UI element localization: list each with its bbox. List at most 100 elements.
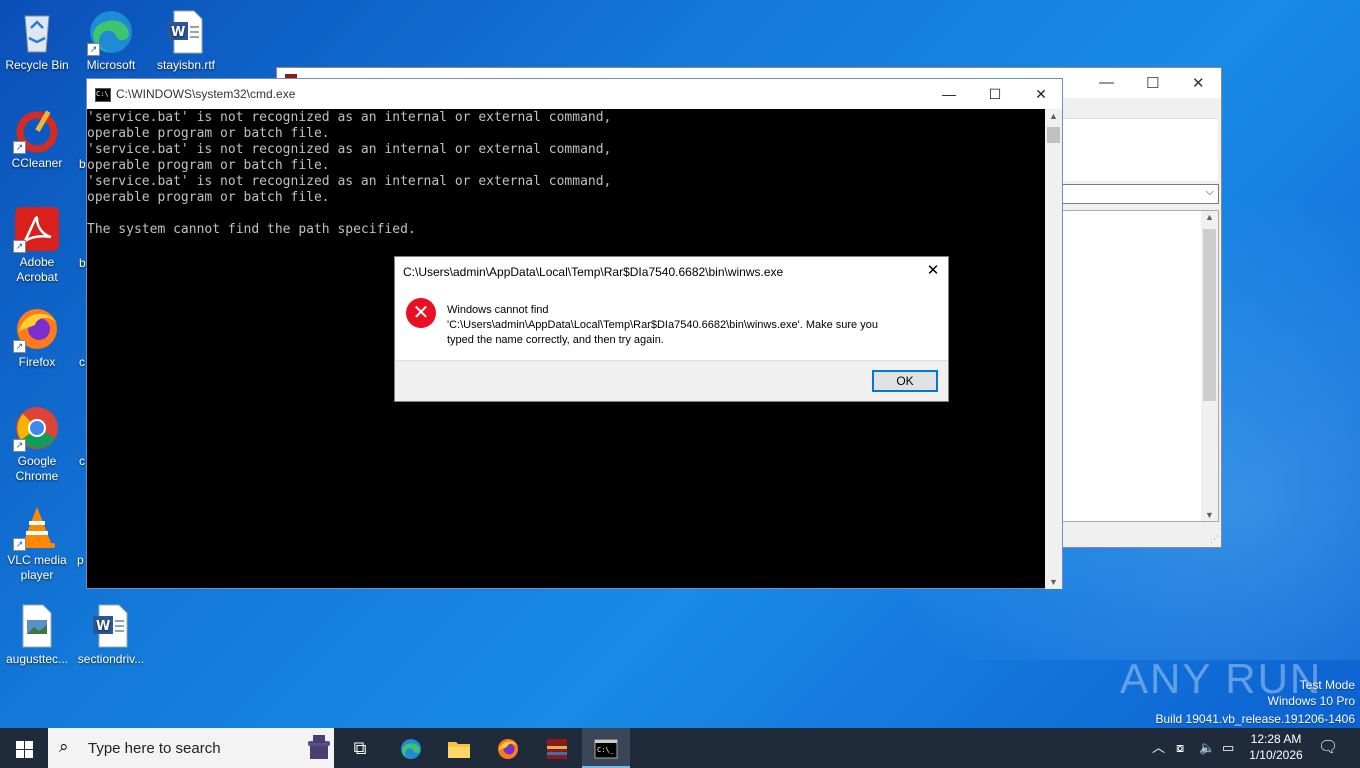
minimize-icon[interactable]: — [1099, 74, 1114, 91]
svg-text:W: W [171, 25, 185, 40]
cmd-line: operable program or batch file. [87, 158, 330, 173]
list-scrollbar[interactable]: ▲ ▼ [1201, 211, 1218, 521]
maximize-button[interactable]: ☐ [972, 79, 1018, 109]
error-message-line: 'C:\Users\admin\AppData\Local\Temp\Rar$D… [447, 319, 878, 331]
vlc-icon: ↗ [13, 503, 61, 551]
cmd-icon: C:\_ [594, 738, 618, 759]
taskbar: ⌕ Type here to search ⧉ C:\_ ︿ ⧇ 🔈 ▭ 12:… [0, 728, 1360, 768]
desktop-icon-label: Recycle Bin [5, 58, 69, 72]
network-adapter-icon[interactable]: ⧇ [1176, 728, 1184, 768]
windows-logo-pane [25, 750, 33, 758]
taskbar-edge[interactable] [387, 728, 435, 768]
shortcut-arrow-icon: ↗ [13, 240, 26, 253]
error-icon: ✕ [406, 298, 436, 328]
taskbar-search-box[interactable]: ⌕ Type here to search [48, 728, 334, 768]
shortcut-arrow-icon: ↗ [13, 439, 26, 452]
ccleaner-icon: ↗ [13, 106, 61, 154]
shortcut-arrow-icon: ↗ [13, 141, 26, 154]
taskbar-firefox[interactable] [484, 728, 532, 768]
taskbar-winrar[interactable] [533, 728, 581, 768]
taskbar-cmd[interactable]: C:\_ [582, 728, 630, 768]
clock-date: 1/10/2026 [1249, 748, 1303, 762]
svg-text:W: W [96, 619, 110, 634]
notification-icon[interactable]: 🗨 [1318, 728, 1338, 768]
file-explorer-icon [447, 738, 471, 759]
minimize-button[interactable]: — [926, 79, 972, 109]
error-message: Windows cannot find 'C:\Users\admin\AppD… [447, 303, 937, 348]
error-dialog-footer: OK [395, 360, 948, 401]
desktop-icon-sectiondriv[interactable]: W sectiondriv... [74, 602, 148, 667]
desktop-icon-label: Microsoft Edge [86, 58, 136, 72]
close-icon[interactable]: ✕ [918, 257, 948, 285]
test-mode-text: Test Mode [1299, 678, 1355, 692]
word-document-icon: W [162, 8, 210, 56]
word-document-icon: W [87, 602, 135, 650]
ok-button[interactable]: OK [872, 370, 938, 392]
background-window-pane [1062, 118, 1218, 181]
desktop-icon-augusttec[interactable]: augusttec... [0, 602, 74, 667]
desktop-icon-vlc[interactable]: ↗ VLC media player [0, 503, 74, 583]
svg-text:C:\_: C:\_ [597, 746, 615, 754]
desktop-icon-microsoft-edge[interactable]: ↗ Microsoft Edge [74, 8, 148, 73]
desktop-partial-label: b [79, 256, 86, 270]
cmd-scrollbar[interactable]: ▲ ▼ [1045, 109, 1062, 589]
desktop-icon-ccleaner[interactable]: ↗ CCleaner [0, 106, 74, 171]
scroll-up-icon[interactable]: ▲ [1045, 111, 1062, 121]
cmd-scroll-thumb[interactable] [1047, 127, 1060, 143]
acrobat-icon: ↗ [13, 205, 61, 253]
volume-icon[interactable]: 🔈 [1199, 728, 1215, 768]
search-highlight-icon [306, 733, 332, 763]
desktop-icon-adobe-acrobat[interactable]: ↗ Adobe Acrobat [0, 205, 74, 285]
error-message-line: Windows cannot find [447, 304, 549, 316]
background-window-list[interactable]: ▲ ▼ [1062, 210, 1219, 522]
network-icon[interactable]: ▭ [1222, 728, 1234, 768]
chevron-up-icon[interactable]: ︿ [1152, 728, 1165, 768]
desktop-icon-stayisbn[interactable]: W stayisbn.rtf [149, 8, 223, 73]
desktop-partial-label: p [77, 553, 84, 567]
desktop: Recycle Bin ↗ CCleaner ↗ Adobe Acrobat ↗… [0, 0, 1360, 728]
cmd-line: 'service.bat' is not recognized as an in… [87, 110, 612, 125]
edge-icon [399, 738, 423, 760]
desktop-icon-label: Google Chrome [15, 454, 59, 483]
firefox-icon [496, 738, 520, 760]
desktop-icon-firefox[interactable]: ↗ Firefox [0, 305, 74, 370]
start-button[interactable] [0, 728, 48, 768]
resize-grip-icon[interactable]: ⋰ [1210, 534, 1219, 545]
taskbar-clock[interactable]: 12:28 AM 1/10/2026 [1244, 731, 1308, 763]
cmd-line: 'service.bat' is not recognized as an in… [87, 174, 612, 189]
scroll-down-icon[interactable]: ▼ [1045, 577, 1062, 587]
scroll-down-icon[interactable]: ▼ [1205, 510, 1214, 520]
maximize-icon[interactable]: ☐ [1146, 74, 1159, 92]
desktop-icon-label: Firefox [18, 355, 56, 369]
shortcut-arrow-icon: ↗ [13, 340, 26, 353]
task-view-button[interactable]: ⧉ [336, 728, 384, 768]
taskbar-file-explorer[interactable] [435, 728, 483, 768]
chevron-down-icon: ⌵ [1205, 186, 1214, 198]
error-dialog[interactable]: C:\Users\admin\AppData\Local\Temp\Rar$DI… [394, 256, 949, 402]
desktop-icon-recycle-bin[interactable]: Recycle Bin [0, 8, 74, 73]
close-button[interactable]: ✕ [1018, 79, 1064, 109]
cmd-output[interactable]: 'service.bat' is not recognized as an in… [87, 110, 611, 238]
search-placeholder: Type here to search [88, 740, 221, 757]
close-icon[interactable]: ✕ [1192, 74, 1205, 92]
edge-icon: ↗ [87, 8, 135, 56]
windows-logo-icon [16, 741, 24, 749]
cmd-titlebar[interactable]: C:\ C:\WINDOWS\system32\cmd.exe — ☐ ✕ [87, 79, 1062, 109]
scroll-up-icon[interactable]: ▲ [1205, 212, 1214, 222]
windows-logo-pane [25, 741, 33, 749]
cmd-line: The system cannot find the path specifie… [87, 222, 416, 237]
desktop-icon-label: Adobe Acrobat [16, 255, 58, 284]
desktop-icon-label: augusttec... [5, 652, 69, 666]
cmd-title: C:\WINDOWS\system32\cmd.exe [116, 87, 296, 101]
cmd-line: 'service.bat' is not recognized as an in… [87, 142, 612, 157]
error-message-line: typed the name correctly, and then try a… [447, 334, 664, 346]
desktop-icon-google-chrome[interactable]: ↗ Google Chrome [0, 404, 74, 484]
windows-logo-pane [16, 750, 24, 758]
background-window-dropdown[interactable]: ⌵ [1062, 184, 1219, 204]
desktop-partial-label: c [79, 454, 85, 468]
shortcut-arrow-icon: ↗ [87, 43, 100, 56]
desktop-partial-label: c [79, 355, 85, 369]
desktop-icon-label: stayisbn.rtf [156, 58, 216, 72]
list-scroll-thumb[interactable] [1203, 229, 1216, 401]
cmd-line: operable program or batch file. [87, 190, 330, 205]
